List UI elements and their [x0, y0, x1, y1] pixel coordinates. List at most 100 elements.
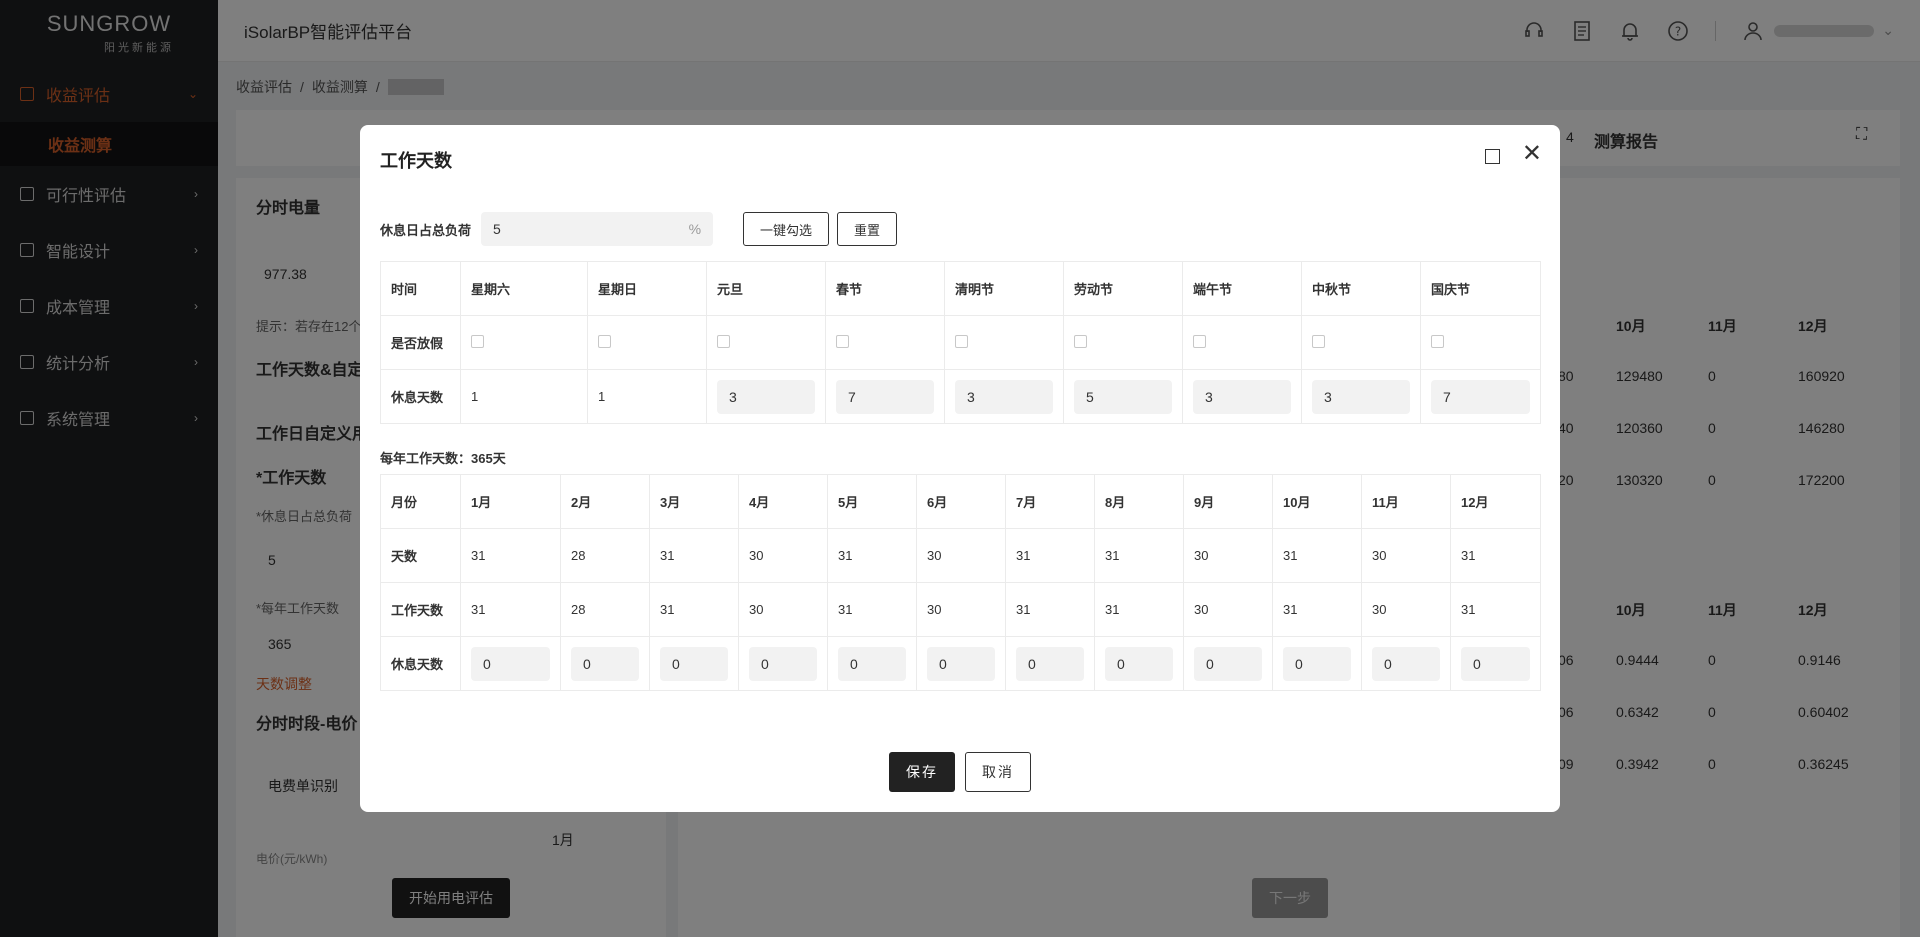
table-cell: 0	[1361, 636, 1451, 691]
rest-days-input[interactable]: 3	[955, 379, 1053, 414]
table-cell: 31	[460, 582, 561, 637]
month-rest-input[interactable]: 0	[927, 646, 995, 681]
table-cell	[1182, 315, 1302, 370]
table-cell: 28	[560, 582, 650, 637]
holiday-checkbox[interactable]	[836, 334, 849, 348]
table-cell	[460, 315, 588, 370]
col-header: 5月	[827, 474, 917, 529]
row-label: 工作天数	[380, 582, 461, 637]
table-cell: 0	[1272, 636, 1362, 691]
table-cell: 0	[916, 636, 1006, 691]
col-header: 6月	[916, 474, 1006, 529]
month-rest-input[interactable]: 0	[838, 646, 906, 681]
col-header: 元旦	[706, 261, 826, 316]
select-all-button[interactable]: 一键勾选	[743, 212, 830, 246]
table-cell	[1420, 315, 1541, 370]
holiday-checkbox[interactable]	[1431, 334, 1444, 348]
rest-days-input[interactable]: 7	[1431, 379, 1530, 414]
holiday-checkbox[interactable]	[717, 334, 730, 348]
month-rest-input[interactable]: 0	[1105, 646, 1173, 681]
month-rest-input[interactable]: 0	[471, 646, 550, 681]
rest-load-row: 休息日占总负荷 5 % 一键勾选 重置	[380, 212, 898, 246]
table-cell	[1063, 315, 1183, 370]
rest-days-input[interactable]: 7	[836, 379, 934, 414]
maximize-icon[interactable]	[1485, 149, 1500, 164]
table-cell: 31	[1272, 528, 1362, 583]
table-cell: 30	[916, 582, 1006, 637]
rest-load-input[interactable]: 5 %	[481, 212, 714, 246]
reset-button[interactable]: 重置	[837, 212, 898, 246]
holiday-checkbox-row: 是否放假	[380, 315, 1541, 370]
holiday-checkbox[interactable]	[471, 334, 484, 348]
close-icon[interactable]: ✕	[1522, 142, 1542, 166]
holiday-header-row: 时间 星期六 星期日 元旦 春节 清明节 劳动节 端午节 中秋节 国庆节	[380, 261, 1541, 316]
table-cell: 30	[738, 582, 828, 637]
table-cell: 5	[1063, 369, 1183, 424]
table-cell: 31	[1005, 582, 1095, 637]
table-cell: 31	[1450, 582, 1541, 637]
holiday-checkbox[interactable]	[1074, 334, 1087, 348]
cancel-button[interactable]: 取消	[965, 752, 1031, 792]
row-label: 休息天数	[380, 369, 461, 424]
col-header: 春节	[825, 261, 945, 316]
table-cell: 0	[1005, 636, 1095, 691]
work-days-modal: 工作天数 ✕ 休息日占总负荷 5 % 一键勾选 重置 时间 星期六 星期日 元旦…	[360, 125, 1560, 812]
month-header: 月份	[380, 474, 461, 529]
table-cell: 31	[1450, 528, 1541, 583]
month-rest-input[interactable]: 0	[1283, 646, 1351, 681]
month-rest-input[interactable]: 0	[1372, 646, 1440, 681]
table-cell: 30	[1183, 582, 1273, 637]
table-cell: 0	[1183, 636, 1273, 691]
holiday-checkbox[interactable]	[598, 334, 611, 348]
table-cell: 31	[827, 582, 917, 637]
holiday-checkbox[interactable]	[1193, 334, 1206, 348]
table-cell: 3	[706, 369, 826, 424]
table-cell: 1	[460, 369, 588, 424]
month-rest-input[interactable]: 0	[660, 646, 728, 681]
month-rest-row: 休息天数 0 0 0 0 0 0 0 0 0 0 0 0	[380, 636, 1541, 691]
table-cell	[587, 315, 707, 370]
month-work-row: 工作天数 31 28 31 30 31 30 31 31 30 31 30 31	[380, 582, 1541, 637]
rest-days-input[interactable]: 5	[1074, 379, 1172, 414]
table-cell	[706, 315, 826, 370]
col-header: 国庆节	[1420, 261, 1541, 316]
table-cell: 0	[460, 636, 561, 691]
table-cell: 30	[1361, 582, 1451, 637]
modal-title: 工作天数	[380, 151, 452, 171]
table-cell: 31	[1094, 582, 1184, 637]
rest-days-input[interactable]: 3	[1312, 379, 1410, 414]
percent-unit: %	[688, 221, 702, 237]
table-cell: 30	[1361, 528, 1451, 583]
table-cell: 1	[587, 369, 707, 424]
holiday-checkbox[interactable]	[955, 334, 968, 348]
month-rest-input[interactable]: 0	[1194, 646, 1262, 681]
table-cell: 31	[827, 528, 917, 583]
month-rest-input[interactable]: 0	[1016, 646, 1084, 681]
holiday-table: 时间 星期六 星期日 元旦 春节 清明节 劳动节 端午节 中秋节 国庆节 是否放…	[380, 261, 1541, 424]
table-cell	[1301, 315, 1421, 370]
save-button[interactable]: 保存	[889, 752, 955, 792]
col-header: 端午节	[1182, 261, 1302, 316]
table-cell: 0	[1450, 636, 1541, 691]
table-cell: 7	[1420, 369, 1541, 424]
holiday-rest-row: 休息天数 1 1 3 7 3 5 3 3 7	[380, 369, 1541, 424]
table-cell: 7	[825, 369, 945, 424]
month-rest-input[interactable]: 0	[1461, 646, 1530, 681]
row-label: 天数	[380, 528, 461, 583]
col-header: 清明节	[944, 261, 1064, 316]
month-days-row: 天数 31 28 31 30 31 30 31 31 30 31 30 31	[380, 528, 1541, 583]
month-rest-input[interactable]: 0	[571, 646, 639, 681]
holiday-checkbox[interactable]	[1312, 334, 1325, 348]
table-cell: 3	[1182, 369, 1302, 424]
col-header: 中秋节	[1301, 261, 1421, 316]
table-cell: 3	[1301, 369, 1421, 424]
rest-days-input[interactable]: 3	[717, 379, 815, 414]
col-header: 2月	[560, 474, 650, 529]
month-rest-input[interactable]: 0	[749, 646, 817, 681]
col-header: 4月	[738, 474, 828, 529]
rest-days-input[interactable]: 3	[1193, 379, 1291, 414]
table-cell: 31	[460, 528, 561, 583]
table-cell: 31	[649, 528, 739, 583]
col-header: 12月	[1450, 474, 1541, 529]
month-table: 月份 1月 2月 3月 4月 5月 6月 7月 8月 9月 10月 11月 12…	[380, 474, 1541, 691]
